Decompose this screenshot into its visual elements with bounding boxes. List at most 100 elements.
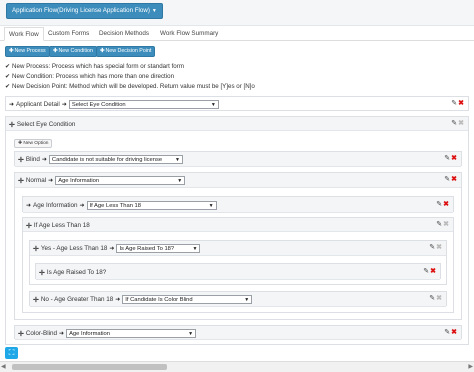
chevron-down-icon: ▼ [210, 102, 216, 108]
normal-select[interactable]: Age Information ▼ [55, 176, 186, 185]
is-age-raised-panel: ✛ Is Age Raised To 18? ✎✖ [35, 263, 441, 280]
edit-icon[interactable]: ✎ [451, 120, 457, 127]
arrow-right-icon: ➜ [26, 203, 32, 209]
tab-work-flow-summary[interactable]: Work Flow Summary [160, 30, 218, 37]
check-icon: ✔ [5, 84, 11, 90]
expand-icon: ⛶ [8, 348, 15, 357]
edit-icon[interactable]: ✎ [444, 176, 450, 183]
edit-icon[interactable]: ✎ [444, 155, 450, 162]
edit-icon[interactable]: ✎ [429, 244, 435, 251]
select-eye-condition-row: ✛ Select Eye Condition [9, 119, 75, 130]
tab-bar: Work Flow Custom Forms Decision Methods … [0, 27, 474, 41]
scrollbar-thumb[interactable] [12, 364, 167, 370]
move-icon[interactable]: ✛ [33, 245, 39, 253]
blind-select[interactable]: Candidate is not suitable for driving li… [48, 155, 183, 164]
delete-icon: ✖ [443, 221, 449, 228]
new-decision-point-button[interactable]: ✚New Decision Point [96, 46, 156, 57]
select-eye-condition-actions: ✎✖ [451, 119, 464, 127]
plus-icon: ✚ [100, 48, 105, 54]
move-icon[interactable]: ✛ [33, 296, 39, 304]
move-icon[interactable]: ✛ [18, 177, 24, 185]
new-option-button[interactable]: ✚ New Option [14, 139, 53, 148]
select-value: Age Information [69, 331, 110, 337]
delete-icon[interactable]: ✖ [443, 201, 449, 208]
arrow-right-icon: ➜ [9, 102, 15, 108]
applicant-detail-label: Applicant Detail [16, 101, 60, 108]
select-eye-condition-label: Select Eye Condition [16, 121, 76, 128]
blind-actions: ✎✖ [444, 154, 457, 162]
no-branch-row: ✛ No - Age Greater Than 18 ➜ If Candidat… [33, 294, 253, 305]
horizontal-scrollbar[interactable]: ◀ ▶ [0, 361, 474, 372]
chevron-down-icon: ▼ [177, 178, 183, 184]
delete-icon[interactable]: ✖ [451, 176, 457, 183]
chevron-down-icon: ▼ [192, 246, 198, 252]
move-icon[interactable]: ✛ [39, 269, 45, 277]
arrow-right-icon: ➜ [79, 203, 85, 209]
blind-row: ✛ Blind ➜ Candidate is not suitable for … [18, 154, 183, 165]
select-value: Select Eye Condition [71, 102, 126, 108]
note-new-decision-point: ✔ New Decision Point: Method which will b… [5, 83, 255, 90]
delete-icon[interactable]: ✖ [451, 155, 457, 162]
delete-icon[interactable]: ✖ [430, 268, 436, 275]
yes-branch-row: ✛ Yes - Age Less Than 18 ➜ Is Age Raised… [33, 243, 201, 254]
new-process-button[interactable]: ✚New Process [5, 46, 50, 57]
arrow-right-icon: ➜ [61, 102, 67, 108]
applicant-detail-select[interactable]: Select Eye Condition ▼ [68, 100, 219, 109]
tab-work-flow[interactable]: Work Flow [4, 27, 44, 41]
delete-icon: ✖ [458, 120, 464, 127]
select-value: Age Information [58, 178, 100, 184]
applicant-detail-actions: ✎✖ [451, 99, 464, 107]
tab-decision-methods[interactable]: Decision Methods [99, 30, 149, 37]
tab-custom-forms[interactable]: Custom Forms [48, 30, 89, 37]
move-icon[interactable]: ✛ [18, 330, 24, 338]
edit-icon[interactable]: ✎ [423, 268, 429, 275]
application-flow-label: Application Flow(Driving License Applica… [12, 7, 150, 14]
select-value: Is Age Raised To 18? [119, 246, 175, 252]
delete-icon[interactable]: ✖ [458, 100, 464, 107]
move-icon[interactable]: ✛ [26, 222, 32, 230]
new-option-label: New Option [23, 141, 49, 146]
edit-icon[interactable]: ✎ [436, 201, 442, 208]
arrow-right-icon: ➜ [48, 178, 54, 184]
arrow-right-icon: ➜ [109, 246, 115, 252]
fullscreen-button[interactable]: ⛶ [5, 347, 18, 359]
caret-down-icon: ▼ [151, 8, 157, 14]
chevron-down-icon: ▼ [244, 297, 250, 303]
edit-icon[interactable]: ✎ [444, 329, 450, 336]
chevron-down-icon: ▼ [208, 203, 214, 209]
note-new-condition: ✔ New Condition: Process which has more t… [5, 73, 174, 80]
normal-actions: ✎✖ [444, 175, 457, 183]
new-process-label: New Process [14, 48, 46, 54]
age-information-row: ➜ Age Information ➜ If Age Less Than 18 ▼ [26, 200, 217, 211]
color-blind-select[interactable]: Age Information ▼ [66, 329, 197, 338]
note-new-process: ✔ New Process: Process which has special … [5, 63, 184, 70]
new-condition-button[interactable]: ✚New Condition [49, 46, 97, 57]
color-blind-label: Color-Blind [25, 330, 58, 337]
yes-branch-select[interactable]: Is Age Raised To 18? ▼ [116, 244, 201, 253]
scroll-right-icon[interactable]: ▶ [468, 363, 473, 370]
color-blind-row: ✛ Color-Blind ➜ Age Information ▼ [18, 328, 197, 339]
move-icon[interactable]: ✛ [9, 121, 15, 129]
age-information-select[interactable]: If Age Less Than 18 ▼ [86, 201, 217, 210]
new-decision-point-label: New Decision Point [105, 48, 152, 54]
no-branch-select[interactable]: If Candidate Is Color Blind ▼ [122, 295, 253, 304]
top-bar: Application Flow(Driving License Applica… [0, 0, 474, 26]
select-value: If Age Less Than 18 [89, 203, 141, 209]
move-icon[interactable]: ✛ [18, 156, 24, 164]
is-age-raised-actions: ✎✖ [423, 267, 436, 275]
scroll-left-icon[interactable]: ◀ [1, 363, 6, 370]
edit-icon[interactable]: ✎ [451, 100, 457, 107]
delete-icon[interactable]: ✖ [451, 329, 457, 336]
no-branch-panel: ✛ No - Age Greater Than 18 ➜ If Candidat… [29, 291, 447, 307]
select-value: If Candidate Is Color Blind [125, 297, 193, 303]
applicant-detail-panel: ➜ Applicant Detail ➜ Select Eye Conditio… [5, 96, 469, 111]
arrow-right-icon: ➜ [115, 297, 121, 303]
edit-icon[interactable]: ✎ [429, 295, 435, 302]
edit-icon[interactable]: ✎ [436, 221, 442, 228]
note-text: New Decision Point: Method which will be… [12, 83, 255, 90]
no-branch-actions: ✎✖ [429, 294, 442, 302]
is-age-raised-label: Is Age Raised To 18? [46, 269, 107, 276]
note-text: New Condition: Process which has more th… [12, 73, 175, 80]
arrow-right-icon: ➜ [59, 331, 65, 337]
application-flow-dropdown[interactable]: Application Flow(Driving License Applica… [6, 3, 163, 19]
